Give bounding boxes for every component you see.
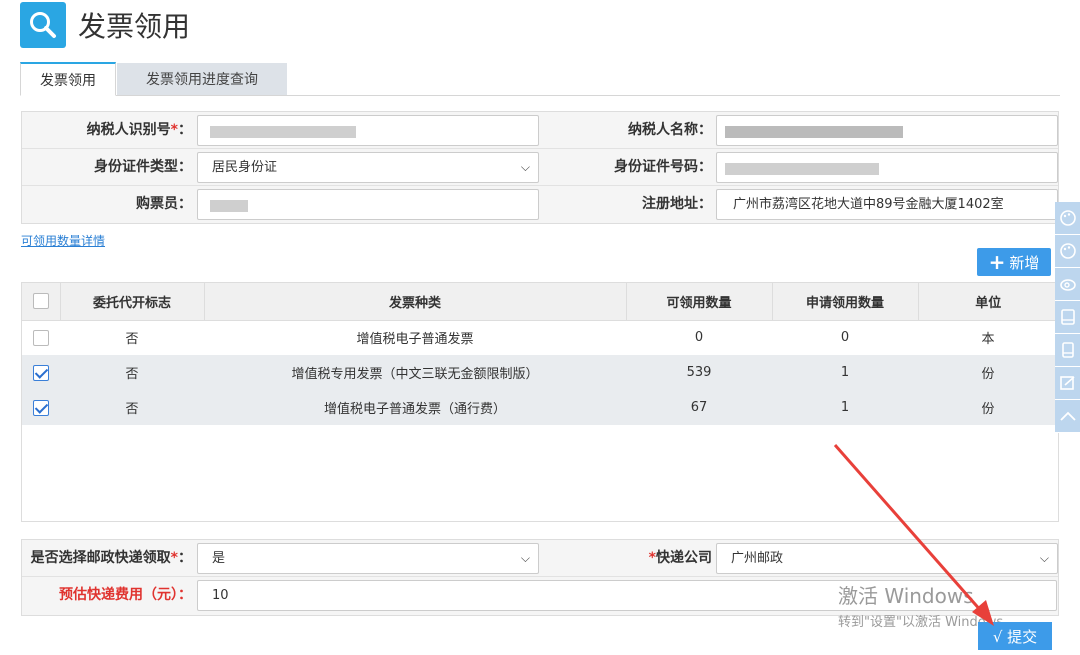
chevron-down-icon: ⌵: [1039, 551, 1049, 565]
cell-available: 67: [626, 390, 772, 425]
row-checkbox-cell: [22, 390, 60, 425]
buyer-label: 购票员：: [136, 196, 192, 212]
table-row[interactable]: 否 增值税专用发票（中文三联无金额限制版） 539 1 份: [22, 355, 1058, 390]
available-quantity-detail-link[interactable]: 可领用数量详情: [21, 232, 105, 249]
col-header-type: 发票种类: [204, 283, 627, 321]
tab-bar: 发票领用 发票领用进度查询: [20, 62, 1060, 96]
cell-flag: 否: [60, 355, 204, 390]
cell-apply[interactable]: 1: [772, 355, 918, 390]
invoice-grid: 委托代开标志 发票种类 可领用数量 申请领用数量 单位 否 增值税电子普通发票 …: [21, 282, 1059, 522]
add-button[interactable]: + 新增: [977, 248, 1051, 276]
table-row[interactable]: 否 增值税电子普通发票（通行费） 67 1 份: [22, 390, 1058, 425]
buyer-field[interactable]: [197, 189, 539, 220]
palette-icon[interactable]: [1055, 235, 1080, 268]
row-checkbox[interactable]: [33, 364, 49, 381]
edit-icon[interactable]: [1055, 367, 1080, 400]
page-header: 发票领用: [20, 2, 190, 48]
chevron-up-icon[interactable]: [1055, 400, 1080, 433]
tab-invoice-apply[interactable]: 发票领用: [20, 62, 116, 96]
cell-type: 增值税电子普通发票: [356, 332, 474, 348]
cell-unit: 份: [918, 355, 1058, 390]
cell-type: 增值税电子普通发票（通行费）: [204, 390, 626, 425]
grid-header-row: 委托代开标志 发票种类 可领用数量 申请领用数量 单位: [22, 283, 1058, 321]
fee-label: 预估快递费用（元）：: [59, 587, 192, 603]
weibo-icon[interactable]: [1055, 268, 1080, 301]
form-row-buyer: 购票员： 注册地址： 广州市荔湾区花地大道中89号金融大厦1402室: [22, 186, 1058, 223]
col-header-available: 可领用数量: [626, 283, 773, 321]
id-type-select[interactable]: 居民身份证 ⌵: [197, 152, 539, 183]
form-row-id: 纳税人识别号*： 纳税人名称：: [22, 112, 1058, 149]
plus-icon: +: [988, 250, 1006, 274]
row-checkbox-cell: [22, 320, 60, 355]
courier-value: 广州邮政: [731, 551, 784, 566]
cell-flag: 否: [60, 390, 204, 425]
redacted-value: [210, 200, 248, 212]
cell-available: 539: [626, 355, 772, 390]
row-checkbox[interactable]: [33, 329, 49, 346]
id-number-label: 身份证件号码：: [614, 159, 712, 175]
id-type-label: 身份证件类型：: [94, 159, 192, 175]
taxpayer-id-label: 纳税人识别号*：: [86, 122, 192, 138]
cell-flag: 否: [125, 332, 139, 348]
taxpayer-name-field[interactable]: [716, 115, 1058, 146]
cell-apply[interactable]: 0: [772, 320, 918, 355]
col-header-flag: 委托代开标志: [60, 283, 205, 321]
cell-unit: 份: [918, 390, 1058, 425]
redacted-value: [210, 126, 356, 138]
table-row[interactable]: 否 增值税电子普通发票 0 0 本: [22, 320, 1058, 355]
select-all-checkbox[interactable]: [32, 293, 49, 310]
row-checkbox-cell: [22, 355, 60, 390]
col-header-unit: 单位: [918, 283, 1058, 321]
post-delivery-value: 是: [212, 551, 226, 566]
add-button-label: 新增: [1009, 253, 1040, 272]
select-all-cell: [22, 283, 61, 321]
side-toolbar: [1055, 202, 1080, 433]
taxpayer-name-label: 纳税人名称：: [628, 122, 712, 138]
palette-icon[interactable]: [1055, 202, 1080, 235]
col-header-apply: 申请领用数量: [772, 283, 919, 321]
page-title: 发票领用: [78, 10, 191, 43]
cell-apply[interactable]: 1: [772, 390, 918, 425]
id-number-field[interactable]: [716, 152, 1058, 183]
post-delivery-select[interactable]: 是 ⌵: [197, 543, 539, 574]
row-checkbox[interactable]: [33, 399, 49, 416]
post-delivery-label: 是否选择邮政快递领取*：: [30, 550, 192, 566]
taxpayer-form: 纳税人识别号*： 纳税人名称： 身份证件类型： 居民身份证 ⌵ 身份证件号码： …: [21, 111, 1059, 224]
cell-available: 0: [694, 330, 704, 346]
redacted-value: [725, 126, 903, 138]
address-field[interactable]: 广州市荔湾区花地大道中89号金融大厦1402室: [716, 189, 1058, 220]
cell-type: 增值税专用发票（中文三联无金额限制版）: [204, 355, 626, 390]
taxpayer-id-field[interactable]: [197, 115, 539, 146]
tablet-icon[interactable]: [1055, 301, 1080, 334]
chevron-down-icon: ⌵: [520, 160, 530, 174]
form-row-idtype: 身份证件类型： 居民身份证 ⌵ 身份证件号码：: [22, 149, 1058, 186]
watermark-line1: 激活 Windows: [838, 584, 974, 608]
form-row-post: 是否选择邮政快递领取*： 是 ⌵ *快递公司 广州邮政 ⌵: [22, 540, 1058, 577]
mobile-icon[interactable]: [1055, 334, 1080, 367]
chevron-down-icon: ⌵: [520, 551, 530, 565]
cell-unit: 本: [981, 332, 995, 348]
redacted-value: [725, 163, 879, 175]
courier-select[interactable]: 广州邮政 ⌵: [716, 543, 1058, 574]
courier-label: *快递公司: [648, 550, 712, 566]
search-icon: [20, 2, 66, 48]
tab-progress-query[interactable]: 发票领用进度查询: [117, 63, 287, 95]
submit-button[interactable]: √ 提交: [978, 622, 1052, 650]
address-label: 注册地址：: [642, 196, 712, 212]
id-type-value: 居民身份证: [212, 160, 278, 175]
